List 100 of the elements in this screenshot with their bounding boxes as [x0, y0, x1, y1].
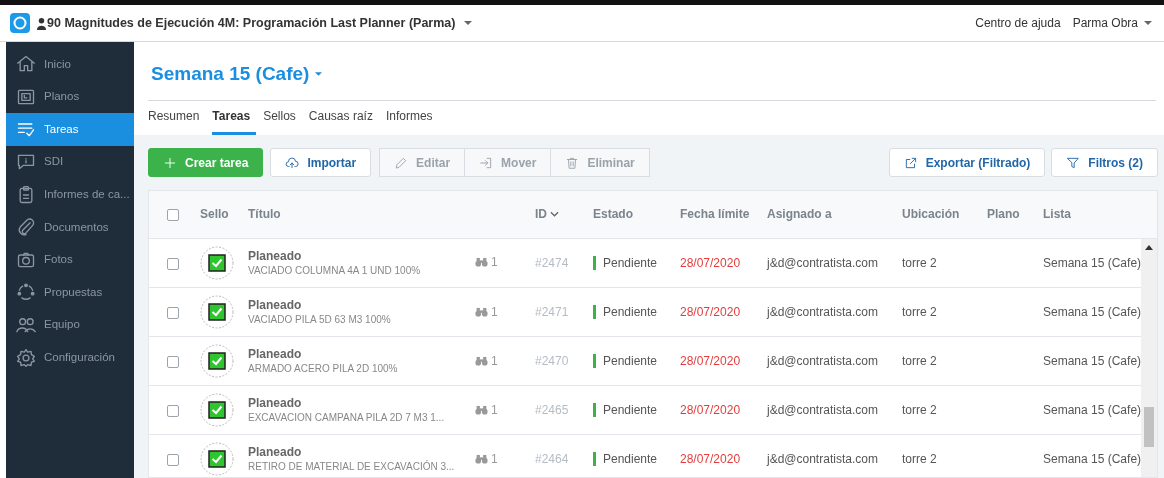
toolbar-button[interactable]: Filtros (2): [1051, 148, 1158, 177]
stamp-icon: [200, 295, 234, 329]
gear-icon: [16, 347, 36, 368]
task-title[interactable]: EXCAVACION CAMPANA PILA 2D 7 M3 1...: [248, 411, 467, 425]
view-count: 1: [491, 254, 498, 272]
location: torre 2: [902, 354, 937, 368]
sidebar-item[interactable]: Tareas: [6, 113, 134, 146]
sidebar-item[interactable]: Informes de ca...: [6, 178, 134, 211]
sidebar-item[interactable]: Propuestas: [6, 276, 134, 309]
status-label: Pendiente: [593, 305, 658, 319]
sidebar-item[interactable]: Documentos: [6, 210, 134, 244]
column-header[interactable]: Sello: [200, 205, 229, 224]
task-id[interactable]: #2471: [535, 305, 569, 319]
sidebar-item[interactable]: SDI: [6, 145, 134, 179]
week-title[interactable]: Semana 15 (Cafe): [151, 60, 310, 89]
column-header[interactable]: Asignado a: [767, 205, 832, 224]
list-name: Semana 15 (Cafe): [1043, 452, 1142, 466]
stamp-icon: [200, 245, 234, 280]
task-id[interactable]: #2464: [535, 452, 569, 466]
row-checkbox[interactable]: [167, 404, 179, 417]
stamp-name: Planeado: [248, 395, 303, 411]
export-icon: [903, 155, 918, 170]
list-name: Semana 15 (Cafe): [1043, 255, 1142, 270]
project-title[interactable]: 90 Magnitudes de Ejecución 4M: Programación Last Planner (Parma): [47, 13, 456, 33]
list-name: Semana 15 (Cafe): [1043, 403, 1142, 417]
binoculars-icon: [475, 306, 488, 317]
sidebar-item[interactable]: Planos: [6, 80, 134, 114]
tab[interactable]: Informes: [385, 107, 439, 135]
scroll-up-icon[interactable]: [1145, 244, 1153, 250]
toolbar-button[interactable]: Crear tarea: [148, 148, 264, 177]
sidebar-item[interactable]: Inicio: [6, 48, 134, 81]
status-label: Pendiente: [593, 403, 658, 417]
dots-circle-icon: [16, 282, 36, 303]
toolbar-button[interactable]: Exportar (Filtrado): [888, 148, 1046, 177]
tab[interactable]: Resumen: [148, 107, 206, 135]
column-header[interactable]: Fecha límite: [680, 205, 750, 224]
location: torre 2: [902, 305, 937, 319]
column-header[interactable]: Ubicación: [902, 205, 960, 224]
binoculars-icon: [475, 257, 488, 268]
select-all-checkbox[interactable]: [167, 209, 179, 222]
sidebar-item[interactable]: Equipo: [6, 308, 134, 342]
list-name: Semana 15 (Cafe): [1043, 354, 1142, 368]
status-label: Pendiente: [593, 354, 658, 368]
app-logo-icon[interactable]: [10, 13, 30, 33]
stamp-name: Planeado: [248, 346, 303, 362]
task-title[interactable]: VACIADO PILA 5D 63 M3 100%: [248, 313, 467, 327]
stamp-icon: [200, 393, 234, 427]
list-name: Semana 15 (Cafe): [1043, 305, 1142, 319]
due-date: 28/07/2020: [680, 403, 741, 417]
binoculars-icon: [475, 355, 488, 366]
assignee: j&d@contratista.com: [767, 305, 878, 319]
stamp-name: Planeado: [248, 247, 303, 264]
column-header[interactable]: Plano: [987, 205, 1020, 224]
caret-icon[interactable]: [1144, 20, 1152, 26]
tab[interactable]: Causas raíz: [308, 107, 379, 135]
pencil-icon: [394, 155, 409, 170]
assignee: j&d@contratista.com: [767, 452, 878, 466]
row-checkbox[interactable]: [167, 355, 179, 368]
tab[interactable]: Sellos: [263, 107, 302, 135]
task-title[interactable]: VACIADO COLUMNA 4A 1 UND 100%: [248, 263, 467, 278]
caret-icon[interactable]: [315, 71, 323, 77]
row-checkbox[interactable]: [167, 453, 179, 466]
toolbar-button[interactable]: Importar: [270, 148, 372, 177]
trash-icon: [565, 155, 580, 170]
user-menu[interactable]: Parma Obra: [1072, 14, 1138, 32]
column-header[interactable]: Estado: [593, 205, 633, 224]
filter-icon: [1066, 155, 1081, 170]
sidebar-item[interactable]: Configuración: [6, 341, 134, 374]
row-checkbox[interactable]: [167, 306, 179, 319]
column-header[interactable]: Título: [248, 205, 281, 224]
due-date: 28/07/2020: [680, 255, 741, 270]
help-link[interactable]: Centro de ajuda: [975, 14, 1061, 32]
due-date: 28/07/2020: [680, 452, 741, 466]
person-icon: [36, 16, 47, 30]
stamp-name: Planeado: [248, 297, 303, 313]
location: torre 2: [902, 255, 937, 270]
location: torre 2: [902, 403, 937, 417]
column-header[interactable]: Lista: [1043, 205, 1071, 224]
view-count: 1: [491, 450, 498, 468]
paperclip-icon: [16, 217, 36, 238]
due-date: 28/07/2020: [680, 354, 741, 368]
scrollbar[interactable]: [1141, 238, 1157, 477]
binoculars-icon: [475, 404, 488, 415]
row-checkbox[interactable]: [167, 257, 179, 270]
assignee: j&d@contratista.com: [767, 255, 878, 270]
status-label: Pendiente: [593, 452, 658, 466]
task-id[interactable]: #2470: [535, 354, 569, 368]
cloud-upload-icon: [285, 155, 300, 170]
task-id[interactable]: #2465: [535, 403, 569, 417]
caret-icon[interactable]: [464, 20, 473, 26]
sidebar-item[interactable]: Fotos: [6, 243, 134, 277]
scrollbar-thumb[interactable]: [1144, 406, 1154, 447]
sort-caret-icon: [550, 211, 559, 218]
view-count: 1: [491, 303, 498, 321]
task-title[interactable]: ARMADO ACERO PILA 2D 100%: [248, 362, 467, 376]
task-id[interactable]: #2474: [535, 255, 569, 270]
task-title[interactable]: RETIRO DE MATERIAL DE EXCAVACIÓN 3...: [248, 460, 467, 474]
assignee: j&d@contratista.com: [767, 354, 878, 368]
column-header[interactable]: ID: [535, 205, 559, 224]
stamp-icon: [200, 344, 234, 378]
